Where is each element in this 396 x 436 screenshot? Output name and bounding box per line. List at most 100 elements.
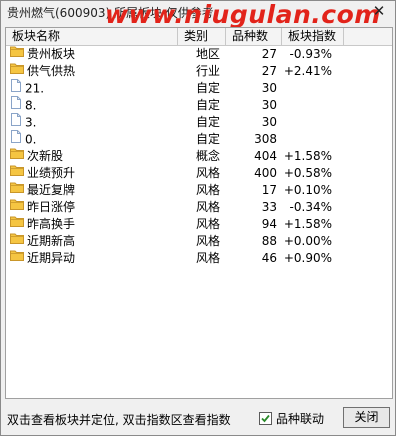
list-item[interactable]: 3. 自定 30	[6, 113, 392, 131]
board-count: 94	[261, 217, 277, 231]
list-item[interactable]: 昨日涨停 风格 33 -0.34%	[6, 199, 392, 216]
board-name: 3.	[25, 115, 37, 130]
board-category: 风格	[196, 166, 221, 180]
board-name-cell: 贵州板块	[10, 46, 178, 63]
board-index[interactable]: +0.00%	[282, 233, 332, 250]
folder-icon	[10, 62, 24, 79]
column-header-count[interactable]: 品种数	[226, 28, 282, 45]
board-name-cell: 供气供热	[10, 63, 178, 80]
board-name: 供气供热	[27, 64, 76, 78]
board-name: 最近复牌	[27, 183, 76, 197]
list-item[interactable]: 0. 自定 308	[6, 130, 392, 148]
list-item[interactable]: 最近复牌 风格 17 +0.10%	[6, 182, 392, 199]
board-name-cell: 近期新高	[10, 233, 178, 250]
board-count: 404	[254, 149, 277, 163]
board-name-cell: 21.	[10, 79, 178, 97]
board-name: 8.	[25, 98, 37, 113]
board-index[interactable]	[282, 80, 332, 97]
board-list[interactable]: 板块名称 类别 品种数 板块指数 贵州板块 地区 27 -0.93% 供气供热 行业 27 +…	[5, 27, 393, 399]
board-index[interactable]: +0.90%	[282, 250, 332, 267]
board-category: 风格	[196, 217, 221, 231]
board-name: 昨日涨停	[27, 200, 76, 214]
list-item[interactable]: 次新股 概念 404 +1.58%	[6, 148, 392, 165]
board-index[interactable]: +0.10%	[282, 182, 332, 199]
board-category: 风格	[196, 234, 221, 248]
board-category: 自定	[196, 98, 221, 112]
sync-checkbox[interactable]: 品种联动	[259, 410, 324, 427]
document-icon	[10, 130, 22, 148]
board-category: 自定	[196, 115, 221, 129]
board-category: 风格	[196, 251, 221, 265]
board-name-cell: 昨高换手	[10, 216, 178, 233]
list-item[interactable]: 近期新高 风格 88 +0.00%	[6, 233, 392, 250]
board-name-cell: 昨日涨停	[10, 199, 178, 216]
board-index[interactable]	[282, 97, 332, 114]
title-bar[interactable]: 贵州燃气(600903) 所属板块 仅供参考 www.niugulan.com …	[1, 0, 395, 29]
board-index[interactable]: -0.34%	[282, 199, 332, 216]
column-header-index[interactable]: 板块指数	[282, 28, 344, 45]
close-icon[interactable]: ✕	[371, 3, 387, 19]
board-name: 贵州板块	[27, 47, 76, 61]
board-count: 308	[254, 132, 277, 146]
status-bar: 双击查看板块并定位, 双击指数区查看指数 品种联动 关闭	[1, 405, 395, 431]
checkbox-box[interactable]	[259, 412, 272, 425]
board-index[interactable]	[282, 131, 332, 148]
list-item[interactable]: 供气供热 行业 27 +2.41%	[6, 63, 392, 80]
board-count: 30	[261, 115, 277, 129]
watermark-logo: www.niugulan.com	[105, 0, 381, 29]
board-index[interactable]: +2.41%	[282, 63, 332, 80]
list-item[interactable]: 昨高换手 风格 94 +1.58%	[6, 216, 392, 233]
board-count: 27	[261, 64, 277, 78]
status-hint: 双击查看板块并定位, 双击指数区查看指数	[7, 413, 231, 427]
board-category: 概念	[196, 149, 221, 163]
board-name: 业绩预升	[27, 166, 76, 180]
board-name-cell: 3.	[10, 113, 178, 131]
list-item[interactable]: 21. 自定 30	[6, 79, 392, 97]
board-name-cell: 业绩预升	[10, 165, 178, 182]
folder-icon	[10, 164, 24, 181]
board-count: 88	[261, 234, 277, 248]
board-index[interactable]: +0.58%	[282, 165, 332, 182]
document-icon	[10, 79, 22, 97]
board-window: 贵州燃气(600903) 所属板块 仅供参考 www.niugulan.com …	[0, 0, 396, 436]
folder-icon	[10, 232, 24, 249]
board-category: 自定	[196, 81, 221, 95]
board-name: 昨高换手	[27, 217, 76, 231]
board-index[interactable]: +1.58%	[282, 148, 332, 165]
list-item[interactable]: 近期异动 风格 46 +0.90%	[6, 250, 392, 267]
board-name: 近期新高	[27, 234, 76, 248]
board-category: 行业	[196, 64, 221, 78]
list-item[interactable]: 业绩预升 风格 400 +0.58%	[6, 165, 392, 182]
board-category: 风格	[196, 200, 221, 214]
board-name-cell: 8.	[10, 96, 178, 114]
close-button[interactable]: 关闭	[343, 407, 390, 428]
folder-icon	[10, 249, 24, 266]
column-header-name[interactable]: 板块名称	[6, 28, 178, 45]
board-index[interactable]: +1.58%	[282, 216, 332, 233]
sync-label: 品种联动	[276, 412, 325, 426]
list-item[interactable]: 8. 自定 30	[6, 96, 392, 114]
document-icon	[10, 96, 22, 114]
document-icon	[10, 113, 22, 131]
board-name-cell: 次新股	[10, 148, 178, 165]
board-count: 400	[254, 166, 277, 180]
board-count: 17	[261, 183, 277, 197]
list-body: 贵州板块 地区 27 -0.93% 供气供热 行业 27 +2.41% 21. 自定 30 8. 自定 3…	[6, 46, 392, 267]
board-category: 地区	[196, 47, 221, 61]
board-name: 21.	[25, 81, 45, 96]
board-count: 27	[261, 47, 277, 61]
board-count: 30	[261, 81, 277, 95]
folder-icon	[10, 181, 24, 198]
folder-icon	[10, 147, 24, 164]
board-name-cell: 近期异动	[10, 250, 178, 267]
list-item[interactable]: 贵州板块 地区 27 -0.93%	[6, 46, 392, 63]
board-name-cell: 最近复牌	[10, 182, 178, 199]
board-count: 46	[261, 251, 277, 265]
board-category: 自定	[196, 132, 221, 146]
list-header: 板块名称 类别 品种数 板块指数	[6, 28, 392, 46]
board-count: 33	[261, 200, 277, 214]
board-category: 风格	[196, 183, 221, 197]
board-index[interactable]	[282, 114, 332, 131]
board-index[interactable]: -0.93%	[282, 46, 332, 63]
column-header-category[interactable]: 类别	[178, 28, 226, 45]
